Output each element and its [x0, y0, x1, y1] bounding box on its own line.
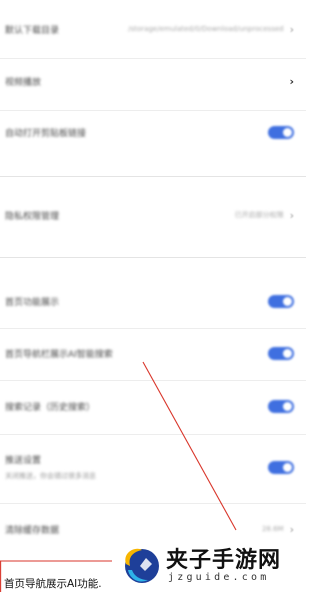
watermark: 夹子手游网 jzguide.com — [112, 540, 306, 592]
chevron-right-icon: › — [289, 522, 294, 536]
setting-row-search-history[interactable]: 搜索记录（历史搜索） — [0, 391, 306, 421]
watermark-logo-icon — [125, 548, 159, 583]
annotation-pointer-line — [142, 361, 237, 531]
setting-row-video[interactable]: 视频播放 › — [0, 66, 306, 96]
setting-sublabel: 关闭推送，你会错过很多消息 — [5, 472, 96, 480]
settings-screen: 默认下载目录 /storage/emulated/0/Download/unpr… — [0, 0, 306, 592]
setting-right — [268, 125, 294, 139]
setting-label: 默认下载目录 — [5, 25, 60, 36]
toggle-switch[interactable] — [268, 346, 294, 360]
chevron-right-icon: › — [289, 22, 294, 36]
toggle-switch[interactable] — [268, 125, 294, 139]
section-divider — [0, 257, 306, 258]
toggle-switch[interactable] — [268, 460, 294, 474]
setting-label: 自动打开剪贴板链接 — [5, 128, 87, 139]
setting-label: 首页导航栏展示AI智能搜索 — [5, 349, 113, 360]
setting-label: 视频播放 — [5, 77, 42, 88]
watermark-title: 夹子手游网 — [166, 548, 282, 573]
setting-label: 推送设置 — [5, 456, 42, 466]
setting-text-group: 推送设置 关闭推送，你会错过很多消息 — [5, 453, 96, 481]
divider — [0, 503, 306, 504]
chevron-right-icon: › — [289, 208, 294, 222]
divider — [0, 380, 306, 381]
watermark-url: jzguide.com — [168, 572, 270, 583]
divider — [0, 434, 306, 435]
setting-row-download-dir[interactable]: 默认下载目录 /storage/emulated/0/Download/unpr… — [0, 14, 306, 44]
toggle-switch[interactable] — [268, 399, 294, 413]
setting-right: 已开启部分权限 › — [235, 209, 294, 222]
setting-right — [268, 346, 294, 360]
setting-right: 28.6M › — [262, 523, 294, 536]
setting-row-home-features[interactable]: 首页功能展示 — [0, 286, 306, 316]
setting-value: 28.6M — [261, 525, 284, 533]
setting-label: 隐私权限管理 — [5, 211, 60, 222]
section-divider — [0, 176, 306, 177]
caption-text: 首页导航展示AI功能. — [4, 578, 102, 590]
setting-right — [268, 294, 294, 308]
setting-right: › — [289, 75, 294, 88]
toggle-switch[interactable] — [268, 294, 294, 308]
divider — [0, 328, 306, 329]
setting-row-ai-nav[interactable]: 首页导航栏展示AI智能搜索 — [0, 338, 306, 368]
setting-label: 搜索记录（历史搜索） — [5, 402, 96, 413]
setting-value: /storage/emulated/0/Download/unprocessed — [128, 25, 284, 33]
setting-right: /storage/emulated/0/Download/unprocessed… — [128, 23, 294, 36]
setting-row-privacy[interactable]: 隐私权限管理 已开启部分权限 › — [0, 200, 306, 230]
chevron-right-icon: › — [289, 74, 294, 88]
setting-label: 清除缓存数据 — [5, 525, 60, 536]
setting-row-clipboard[interactable]: 自动打开剪贴板链接 — [0, 117, 306, 147]
setting-label: 首页功能展示 — [5, 297, 60, 308]
setting-value: 已开启部分权限 — [234, 211, 284, 219]
divider — [0, 110, 306, 111]
divider — [0, 58, 306, 59]
setting-right — [268, 460, 294, 474]
setting-row-push[interactable]: 推送设置 关闭推送，你会错过很多消息 — [0, 447, 306, 487]
setting-right — [268, 399, 294, 413]
